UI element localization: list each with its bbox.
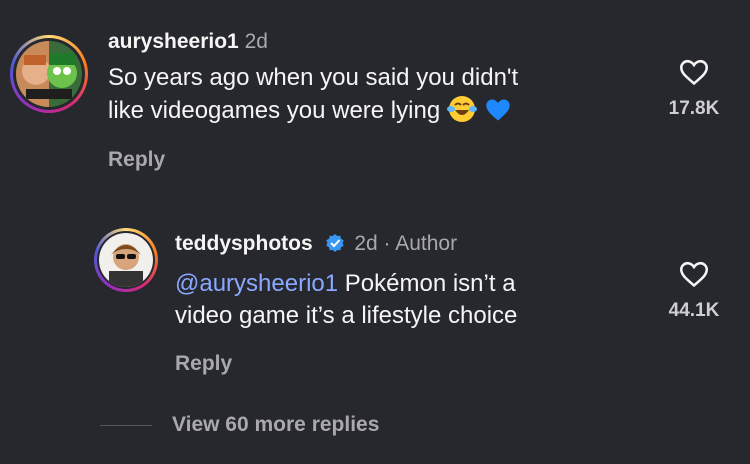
comment-text-line: Pokémon isn’t a [338,270,516,297]
like-count: 17.8K [668,98,720,119]
like-column: 17.8K [649,58,739,120]
comment-text-line: like videogames you were lying [108,97,441,124]
avatar[interactable] [10,35,88,113]
avatar-image [99,233,153,287]
comment-header: teddysphotos 2d · Author [175,232,457,259]
reply-button[interactable]: Reply [108,148,165,172]
like-count: 44.1K [668,300,720,321]
avatar[interactable] [94,228,158,292]
avatar-image [16,41,82,107]
view-more-replies[interactable]: View 60 more replies [100,408,379,442]
heart-icon[interactable] [678,58,710,86]
comment-text-line: So years ago when you said you didn't [108,64,519,91]
divider-line [100,424,152,426]
blue-heart-emoji-icon [484,96,512,133]
mention-link[interactable]: @aurysheerio1 [175,270,338,297]
comment-header: aurysheerio1 2d [108,30,268,54]
view-more-replies-label[interactable]: View 60 more replies [172,413,379,437]
comment-time: 2d [244,30,268,53]
like-column: 44.1K [649,260,739,322]
comment-username[interactable]: aurysheerio1 [108,30,239,53]
comment-text: @aurysheerio1 Pokémon isn’t a video game… [175,268,517,332]
tears-of-joy-emoji-icon [446,94,477,133]
comment-text: So years ago when you said you didn't li… [108,62,518,133]
verified-badge-icon [325,233,345,259]
comment-username[interactable]: teddysphotos [175,232,313,255]
comment-text-line: video game it’s a lifestyle choice [175,302,518,329]
comment-time: 2d · Author [354,232,458,255]
reply-button[interactable]: Reply [175,352,232,376]
heart-icon[interactable] [678,260,710,288]
